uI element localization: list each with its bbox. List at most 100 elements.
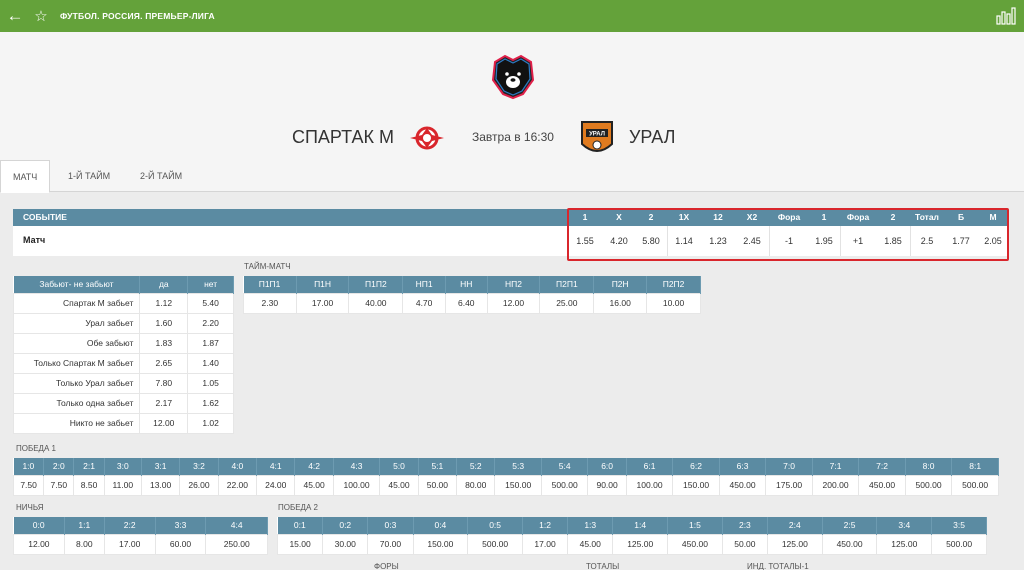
column-separator xyxy=(667,226,668,256)
tab-second-half[interactable]: 2-Й ТАЙМ xyxy=(128,160,194,192)
odds-cell[interactable]: 2.30 xyxy=(243,292,297,314)
odds-cell[interactable]: 175.00 xyxy=(765,474,813,496)
odds-cell[interactable]: 7.50 xyxy=(43,474,75,496)
odds-cell[interactable]: 26.00 xyxy=(179,474,219,496)
odds-cell[interactable]: 1.62 xyxy=(187,392,234,414)
odds-cell[interactable]: 1.23 xyxy=(701,236,735,246)
column-header: да xyxy=(139,276,189,293)
odds-cell[interactable]: 1.40 xyxy=(187,352,234,374)
odds-cell[interactable]: 50.00 xyxy=(417,474,458,496)
odds-cell[interactable]: 45.00 xyxy=(567,533,614,555)
odds-cell[interactable]: 8.50 xyxy=(73,474,105,496)
odds-cell[interactable]: 450.00 xyxy=(821,533,878,555)
odds-cell[interactable]: 10.00 xyxy=(646,292,701,314)
odds-cell[interactable]: 2.20 xyxy=(187,312,234,334)
odds-cell[interactable]: -1 xyxy=(770,236,808,246)
odds-cell[interactable]: 45.00 xyxy=(294,474,334,496)
odds-cell[interactable]: 1.95 xyxy=(808,236,840,246)
odds-cell[interactable]: 2.5 xyxy=(910,236,944,246)
odds-cell[interactable]: 5.80 xyxy=(635,236,667,246)
odds-cell[interactable]: 40.00 xyxy=(348,292,404,314)
stats-icon[interactable] xyxy=(996,6,1018,26)
odds-cell[interactable]: 17.00 xyxy=(521,533,569,555)
odds-cell[interactable]: 5.40 xyxy=(187,292,234,314)
odds-cell[interactable]: 4.20 xyxy=(603,236,635,246)
table-row: Только одна забьет 2.17 1.62 xyxy=(12,392,234,414)
event-header-label: СОБЫТИЕ xyxy=(23,212,67,222)
odds-cell[interactable]: 60.00 xyxy=(154,533,207,555)
odds-cell[interactable]: 500.00 xyxy=(931,533,987,555)
column-header: 6:3 xyxy=(719,458,767,475)
odds-cell[interactable]: 70.00 xyxy=(367,533,414,555)
odds-cell[interactable]: 125.00 xyxy=(766,533,823,555)
odds-cell[interactable]: 1.55 xyxy=(569,236,601,246)
event-header-row: СОБЫТИЕ 1 X 2 1X 12 X2 Фора 1 Фора 2 Тотал Б М xyxy=(13,209,1008,226)
odds-cell[interactable]: 17.00 xyxy=(103,533,156,555)
odds-cell[interactable]: 16.00 xyxy=(593,292,648,314)
odds-cell[interactable]: 24.00 xyxy=(256,474,296,496)
odds-cell[interactable]: 17.00 xyxy=(295,292,350,314)
odds-cell[interactable]: 45.00 xyxy=(379,474,419,496)
odds-cell[interactable]: 1.14 xyxy=(667,236,701,246)
odds-cell[interactable]: 15.00 xyxy=(276,533,324,555)
column-header: П1П2 xyxy=(348,276,404,293)
odds-cell[interactable]: 500.00 xyxy=(904,474,953,496)
odds-cell[interactable]: 100.00 xyxy=(625,474,674,496)
odds-cell[interactable]: 12.00 xyxy=(486,292,541,314)
odds-cell[interactable]: 150.00 xyxy=(672,474,720,496)
odds-cell[interactable]: 450.00 xyxy=(858,474,906,496)
odds-cell[interactable]: 150.00 xyxy=(412,533,469,555)
odds-cell[interactable]: 80.00 xyxy=(456,474,496,496)
odds-cell[interactable]: 2.45 xyxy=(735,236,769,246)
column-header: 3:2 xyxy=(179,458,219,475)
odds-cell[interactable]: 100.00 xyxy=(332,474,381,496)
odds-cell[interactable]: 4.70 xyxy=(402,292,446,314)
back-arrow-icon[interactable]: ← xyxy=(0,0,30,32)
odds-cell[interactable]: 200.00 xyxy=(811,474,860,496)
odds-cell[interactable]: 250.00 xyxy=(205,533,268,555)
odds-cell[interactable]: 11.00 xyxy=(103,474,142,496)
odds-cell[interactable]: 2.05 xyxy=(978,236,1008,246)
column-header: 6:2 xyxy=(672,458,720,475)
odds-cell[interactable]: 1.77 xyxy=(945,236,977,246)
odds-cell[interactable]: 1.87 xyxy=(187,332,234,354)
odds-cell[interactable]: 450.00 xyxy=(718,474,767,496)
odds-cell[interactable]: 2.17 xyxy=(139,392,189,414)
odds-cell[interactable]: 7.50 xyxy=(12,474,45,496)
odds-cell[interactable]: 12.00 xyxy=(13,533,65,555)
odds-cell[interactable]: 8.00 xyxy=(63,533,105,555)
odds-cell[interactable]: 1.02 xyxy=(187,412,234,434)
win2-label: ПОБЕДА 2 xyxy=(278,503,318,512)
odds-cell[interactable]: 1.12 xyxy=(139,292,189,314)
star-icon[interactable]: ☆ xyxy=(30,0,52,32)
odds-cell[interactable]: 1.85 xyxy=(876,236,910,246)
event-table: СОБЫТИЕ 1 X 2 1X 12 X2 Фора 1 Фора 2 Тотал Б М Матч … xyxy=(13,209,1008,256)
odds-cell[interactable]: 25.00 xyxy=(539,292,595,314)
odds-cell[interactable]: 1.83 xyxy=(139,332,189,354)
odds-cell[interactable]: 500.00 xyxy=(467,533,523,555)
odds-cell[interactable]: 150.00 xyxy=(494,474,542,496)
odds-cell[interactable]: 500.00 xyxy=(540,474,589,496)
column-header: 0:5 xyxy=(467,517,523,534)
odds-cell[interactable]: 7.80 xyxy=(139,372,189,394)
odds-cell[interactable]: 500.00 xyxy=(951,474,999,496)
odds-cell[interactable]: +1 xyxy=(840,236,876,246)
row-label: Урал забьет xyxy=(12,312,141,334)
tab-first-half[interactable]: 1-Й ТАЙМ xyxy=(56,160,122,192)
odds-cell[interactable]: 2.65 xyxy=(139,352,189,374)
odds-cell[interactable]: 22.00 xyxy=(217,474,258,496)
odds-cell[interactable]: 1.60 xyxy=(139,312,189,334)
odds-cell[interactable]: 450.00 xyxy=(667,533,723,555)
tab-match[interactable]: МАТЧ xyxy=(0,160,51,193)
table-row: Обе забьют 1.83 1.87 xyxy=(12,332,234,354)
odds-cell[interactable]: 13.00 xyxy=(140,474,181,496)
team1-totals-label: ИНД. ТОТАЛЫ-1 xyxy=(747,562,809,570)
odds-cell[interactable]: 6.40 xyxy=(444,292,488,314)
odds-cell[interactable]: 125.00 xyxy=(876,533,933,555)
odds-cell[interactable]: 125.00 xyxy=(612,533,669,555)
odds-cell[interactable]: 30.00 xyxy=(322,533,369,555)
odds-cell[interactable]: 50.00 xyxy=(721,533,768,555)
odds-cell[interactable]: 90.00 xyxy=(587,474,627,496)
odds-cell[interactable]: 1.05 xyxy=(187,372,234,394)
odds-cell[interactable]: 12.00 xyxy=(139,412,189,434)
